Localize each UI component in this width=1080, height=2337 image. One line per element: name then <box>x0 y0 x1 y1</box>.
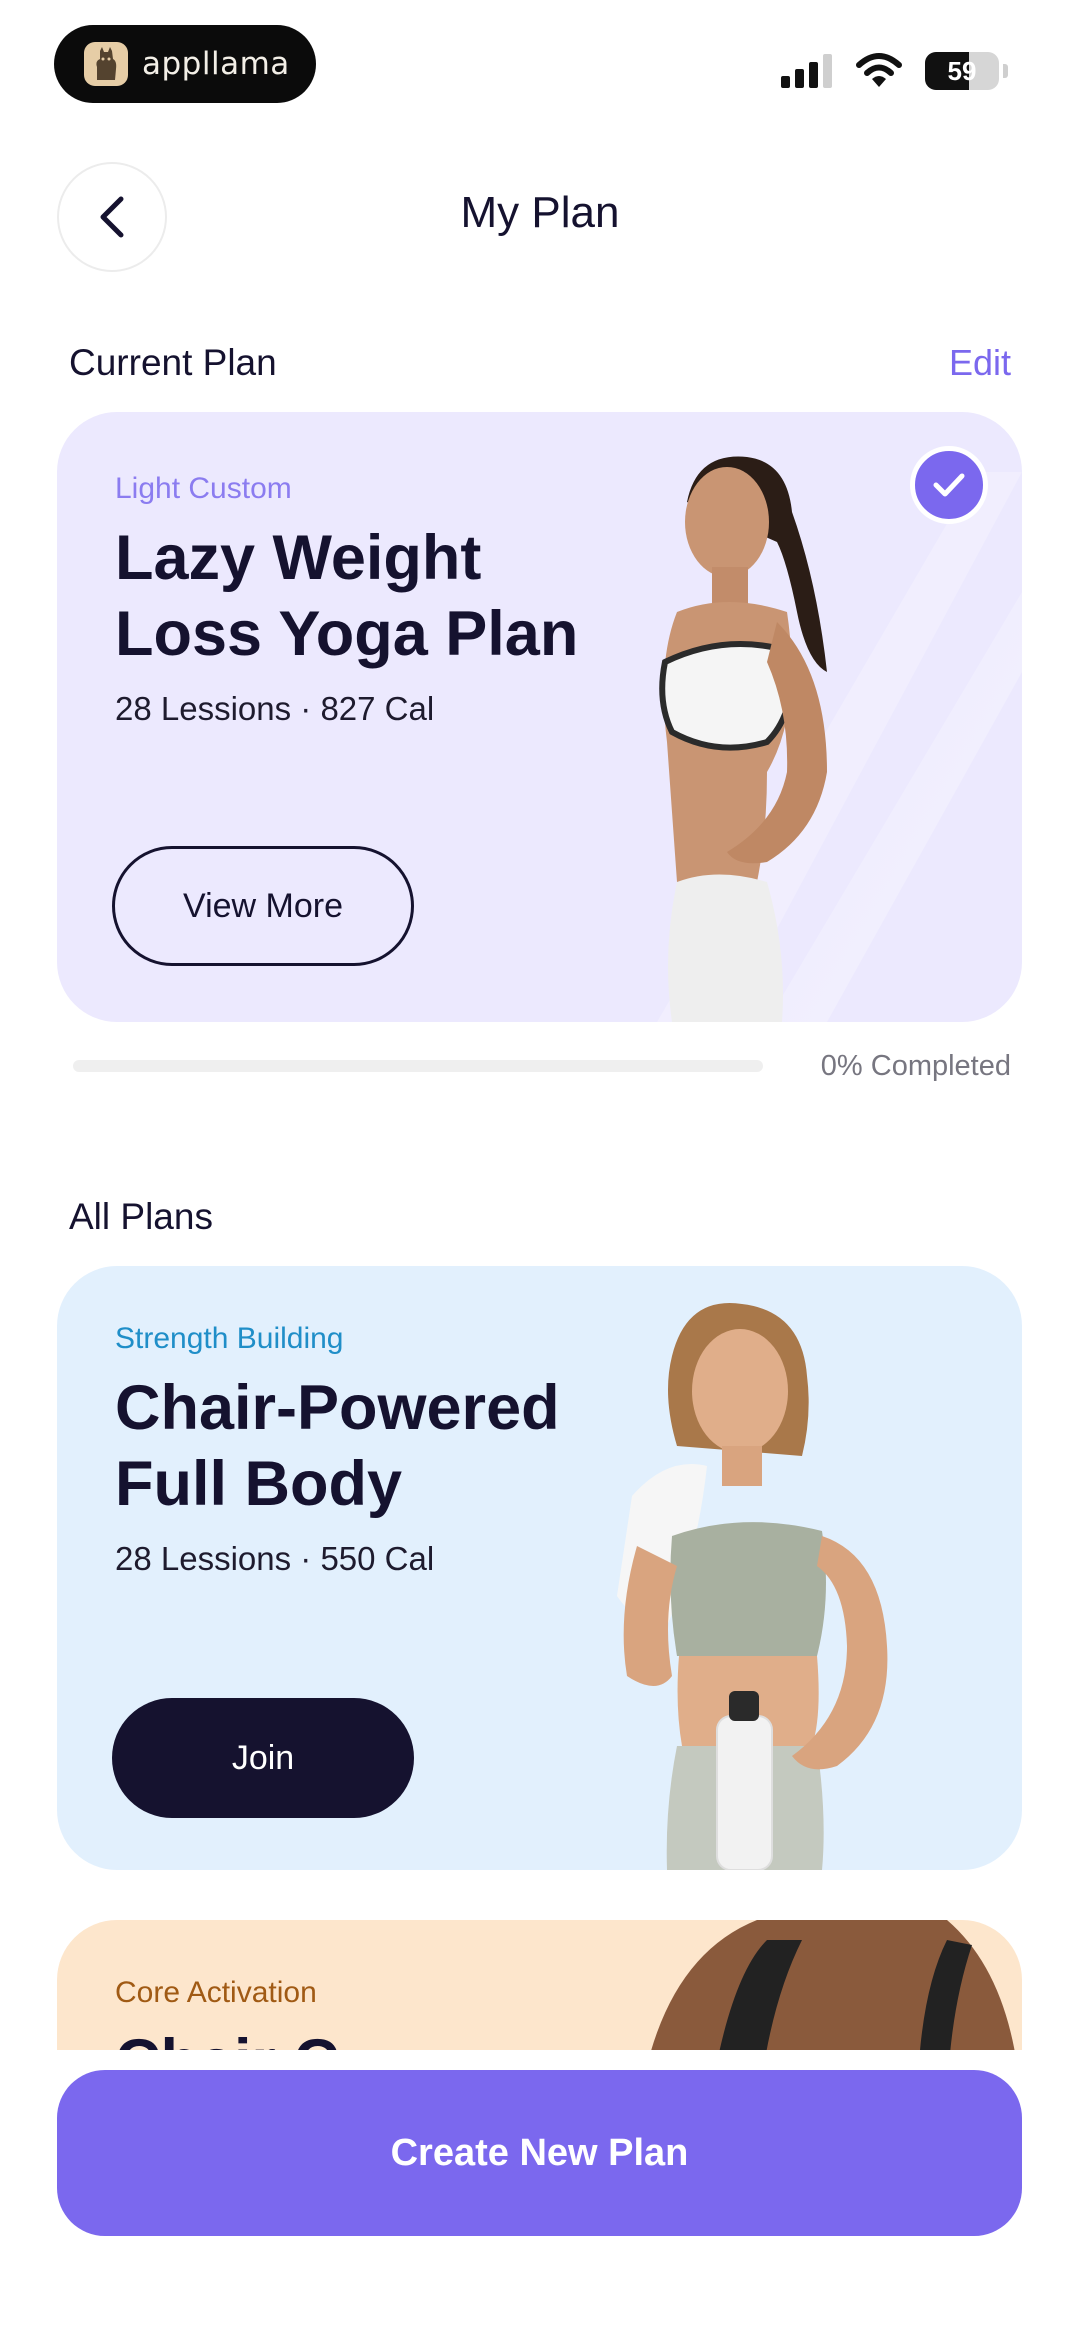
page-title: My Plan <box>460 188 620 237</box>
create-new-plan-button[interactable]: Create New Plan <box>57 2070 1022 2236</box>
plan-card[interactable]: Strength Building Chair-Powered Full Bod… <box>57 1266 1022 1870</box>
status-icons: 59 <box>781 52 1008 90</box>
plan-meta: 28 Lessions · 550 Cal <box>115 1540 435 1577</box>
selected-check-badge <box>910 446 988 524</box>
my-plan-screen: appllama 59 My Plan Current Plan Edit Li… <box>0 0 1080 2337</box>
all-plans-heading: All Plans <box>69 1196 213 1237</box>
plan-title: Lazy Weight Loss Yoga Plan <box>115 523 579 669</box>
plan-category: Light Custom <box>115 472 292 505</box>
wifi-icon <box>856 53 902 87</box>
brand-name: appllama <box>142 46 290 82</box>
check-icon <box>933 473 965 497</box>
edit-link[interactable]: Edit <box>949 342 1011 384</box>
plan-meta: 28 Lessions · 827 Cal <box>115 690 435 727</box>
status-bar: appllama 59 <box>0 0 1080 140</box>
plan-title: Chair-Powered Full Body <box>115 1373 560 1519</box>
current-plan-card[interactable]: Light Custom Lazy Weight Loss Yoga Plan … <box>57 412 1022 1022</box>
current-plan-heading: Current Plan <box>69 342 277 383</box>
plan-category: Strength Building <box>115 1322 344 1355</box>
battery-indicator: 59 <box>925 52 999 90</box>
view-more-button[interactable]: View More <box>112 846 414 966</box>
brand-pill: appllama <box>54 25 316 103</box>
llama-logo-icon <box>84 42 128 86</box>
fitness-woman-photo <box>617 1303 888 1870</box>
join-button[interactable]: Join <box>112 1698 414 1818</box>
battery-level: 59 <box>947 55 977 86</box>
plan-category: Core Activation <box>115 1976 317 2009</box>
battery-tip <box>1003 64 1008 78</box>
plan-progress-bar <box>73 1060 763 1072</box>
cellular-signal-icon <box>781 54 832 88</box>
progress-label: 0% Completed <box>820 1050 1011 1082</box>
